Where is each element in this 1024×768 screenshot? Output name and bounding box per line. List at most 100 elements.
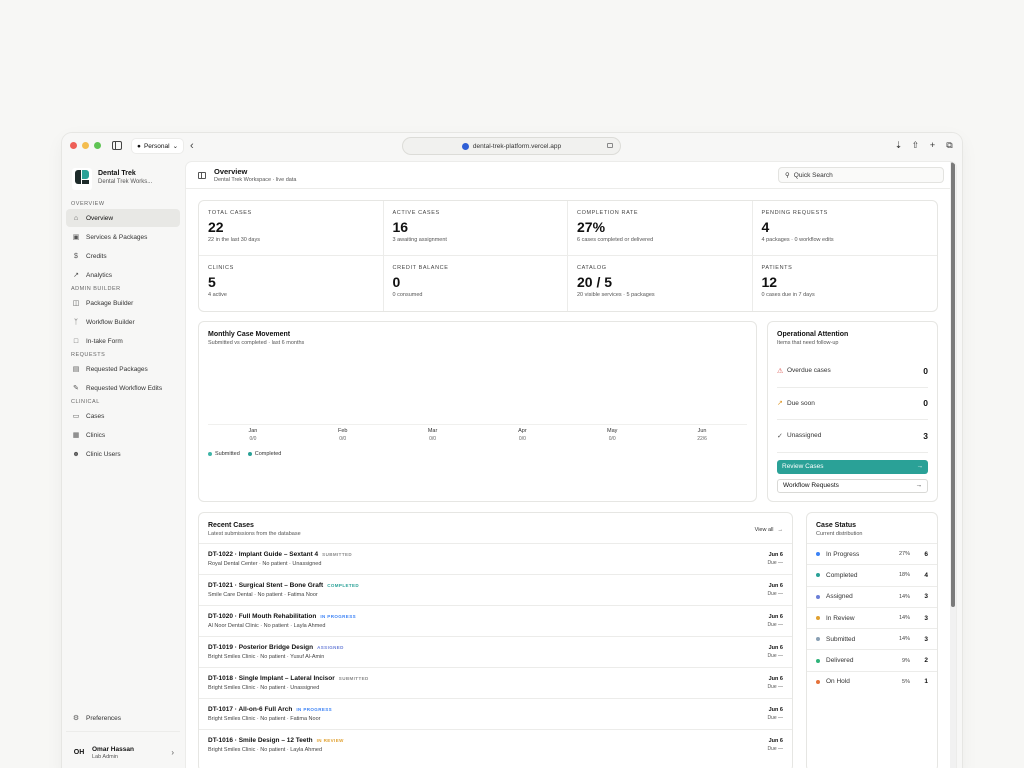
panel-toggle-icon[interactable] [198, 171, 206, 179]
stat-card: PATIENTS 12 0 cases due in 7 days [753, 256, 938, 311]
case-submitted-date: Jun 6 [768, 707, 783, 713]
minimize-window-button[interactable] [82, 142, 89, 149]
review-cases-button[interactable]: Review Cases → [777, 459, 928, 474]
tab-overview-icon[interactable]: ⧉ [945, 140, 954, 151]
new-tab-icon[interactable]: + [928, 140, 937, 151]
brand[interactable]: Dental Trek Dental Trek Works... [72, 168, 152, 190]
ops-row[interactable]: ✓ Unassigned 3 [777, 420, 928, 453]
case-info: DT-1016 · Smile Design – 12 Teeth IN REVI… [208, 737, 344, 753]
sidebar-item-requested-workflow-edits[interactable]: ✎ Requested Workflow Edits [66, 379, 180, 397]
profile-selector[interactable]: ● Personal ⌄ [132, 139, 184, 153]
stat-subtext: 20 visible services · 5 packages [577, 292, 655, 298]
stat-card: COMPLETION RATE 27% 6 cases completed or d… [568, 201, 753, 256]
maximize-window-button[interactable] [94, 142, 101, 149]
stat-card: PENDING REQUESTS 4 4 packages · 0 workflow… [752, 201, 937, 256]
download-icon[interactable]: ⇣ [894, 140, 903, 151]
scrollbar-thumb[interactable] [951, 162, 955, 607]
sidebar-item-credits[interactable]: $ Credits [66, 247, 180, 265]
back-icon[interactable]: ‹ [190, 140, 194, 152]
ops-count: 0 [923, 365, 928, 376]
case-status-title: Case Status [816, 522, 857, 529]
sidebar-item-intake-form[interactable]: □ In-take Form [66, 332, 180, 350]
list-item: Delivered 9% 2 [807, 649, 937, 670]
ops-label: Overdue cases [787, 367, 831, 375]
chart-tick-label: Mar [427, 428, 438, 434]
address-bar[interactable]: dental-trek-platform.vercel.app [403, 138, 620, 154]
nav-section-title: ADMIN BUILDER [71, 286, 121, 292]
table-row[interactable]: DT-1019 · Posterior Bridge Design ASSIGNE… [199, 636, 792, 667]
status-percent: 9% [902, 657, 910, 664]
case-info: DT-1021 · Surgical Stent – Bone Graft COM… [208, 582, 359, 598]
table-row[interactable]: DT-1018 · Single Implant – Lateral Incis… [199, 667, 792, 698]
scrollbar[interactable] [950, 162, 956, 768]
case-due-date: Due — [767, 746, 783, 752]
case-due-date: Due — [767, 715, 783, 721]
ops-row[interactable]: ⚠ Overdue cases 0 [777, 355, 928, 388]
browser-toolbar: ● Personal ⌄ ‹ dental-trek-platform.verc… [62, 133, 962, 160]
table-row[interactable]: DT-1016 · Smile Design – 12 Teeth IN REVI… [199, 729, 792, 760]
chart-legend: Submitted Completed [208, 451, 281, 457]
brand-name: Dental Trek [98, 170, 136, 177]
case-meta: Smile Care Dental · No patient · Fatima … [208, 592, 318, 598]
sidebar-item-services-packages[interactable]: ▣ Services & Packages [66, 228, 180, 246]
sidebar-item-workflow-builder[interactable]: ᛉ Workflow Builder [66, 313, 180, 331]
stat-label: CLINICS [208, 265, 234, 271]
users-icon: ☻ [72, 450, 80, 458]
search-icon: ⚲ [785, 172, 790, 179]
status-count: 3 [924, 635, 928, 643]
case-date: Jun 6 Due — [767, 707, 783, 721]
stat-label: COMPLETION RATE [577, 210, 639, 216]
sidebar-item-clinic-users[interactable]: ☻ Clinic Users [66, 445, 180, 463]
chart-tick-label: Feb [338, 428, 348, 434]
close-window-button[interactable] [70, 142, 77, 149]
nav-section-title: OVERVIEW [71, 201, 105, 207]
stat-value: 0 [392, 274, 401, 290]
chart-month: Jan 0/0 [208, 424, 298, 442]
status-badge: SUBMITTED [338, 676, 369, 681]
workflow-icon: ᛉ [73, 318, 79, 326]
table-row[interactable]: DT-1020 · Full Mouth Rehabilitation IN PR… [199, 605, 792, 636]
share-icon[interactable]: ⇧ [911, 140, 920, 151]
table-row[interactable]: DT-1022 · Implant Guide – Sextant 4 SUBMI… [199, 543, 792, 574]
table-row[interactable]: DT-1021 · Surgical Stent – Bone Graft COM… [199, 574, 792, 605]
chart-tick-label: Apr [518, 428, 527, 434]
building-icon: ▦ [72, 432, 80, 439]
ops-row[interactable]: ↗ Due soon 0 [777, 388, 928, 420]
sidebar-item-overview[interactable]: ⌂ Overview [66, 209, 180, 227]
chart-data-label: 0/0 [608, 436, 616, 442]
page-title: Overview [214, 167, 248, 176]
stat-value: 27% [577, 219, 606, 235]
view-all-link[interactable]: View all → [755, 527, 783, 533]
reader-icon[interactable] [607, 143, 613, 148]
sidebar-item-cases[interactable]: ▭ Cases [66, 407, 180, 425]
list-item: Submitted 14% 3 [807, 628, 937, 649]
sidebar-item-requested-packages[interactable]: ▤ Requested Packages [66, 360, 180, 378]
stat-subtext: 6 cases completed or delivered [577, 237, 654, 243]
sidebar-item-clinics[interactable]: ▦ Clinics [66, 426, 180, 444]
legend-item: Submitted [208, 451, 240, 457]
quick-search-input[interactable]: ⚲ Quick Search [778, 167, 944, 183]
status-count: 6 [924, 550, 928, 558]
sidebar-item-analytics[interactable]: ↗ Analytics [66, 266, 180, 284]
case-info: DT-1022 · Implant Guide – Sextant 4 SUBMI… [208, 551, 352, 567]
status-dot [816, 658, 820, 663]
case-title: DT-1019 · Posterior Bridge Design [208, 644, 314, 651]
workflow-requests-button[interactable]: Workflow Requests → [777, 478, 928, 493]
case-title: DT-1017 · All-on-6 Full Arch [208, 706, 293, 713]
ops-title: Operational Attention [777, 331, 849, 338]
case-info: DT-1018 · Single Implant – Lateral Incis… [208, 675, 369, 691]
stat-label: PATIENTS [761, 265, 793, 271]
sidebar-item-package-builder[interactable]: ◫ Package Builder [66, 294, 180, 312]
case-status-subtitle: Current distribution [816, 531, 863, 537]
legend-label: Completed [254, 451, 282, 457]
profile-label: Personal [143, 142, 170, 150]
stats-grid: TOTAL CASES 22 22 in the last 30 days ACTIV… [198, 200, 938, 312]
table-row[interactable]: DT-1017 · All-on-6 Full Arch IN PROGRESS B… [199, 698, 792, 729]
stat-value: 5 [208, 274, 216, 290]
case-title: DT-1018 · Single Implant – Lateral Incis… [208, 675, 335, 682]
preferences-link[interactable]: ⚙ Preferences [66, 709, 180, 727]
user-menu[interactable]: OH Omar Hassan Lab Admin › [66, 731, 180, 768]
browser-sidebar-icon[interactable] [112, 141, 122, 150]
case-title-line: DT-1016 · Smile Design – 12 Teeth IN REVI… [208, 737, 344, 744]
ops-label: Due soon [787, 399, 815, 407]
